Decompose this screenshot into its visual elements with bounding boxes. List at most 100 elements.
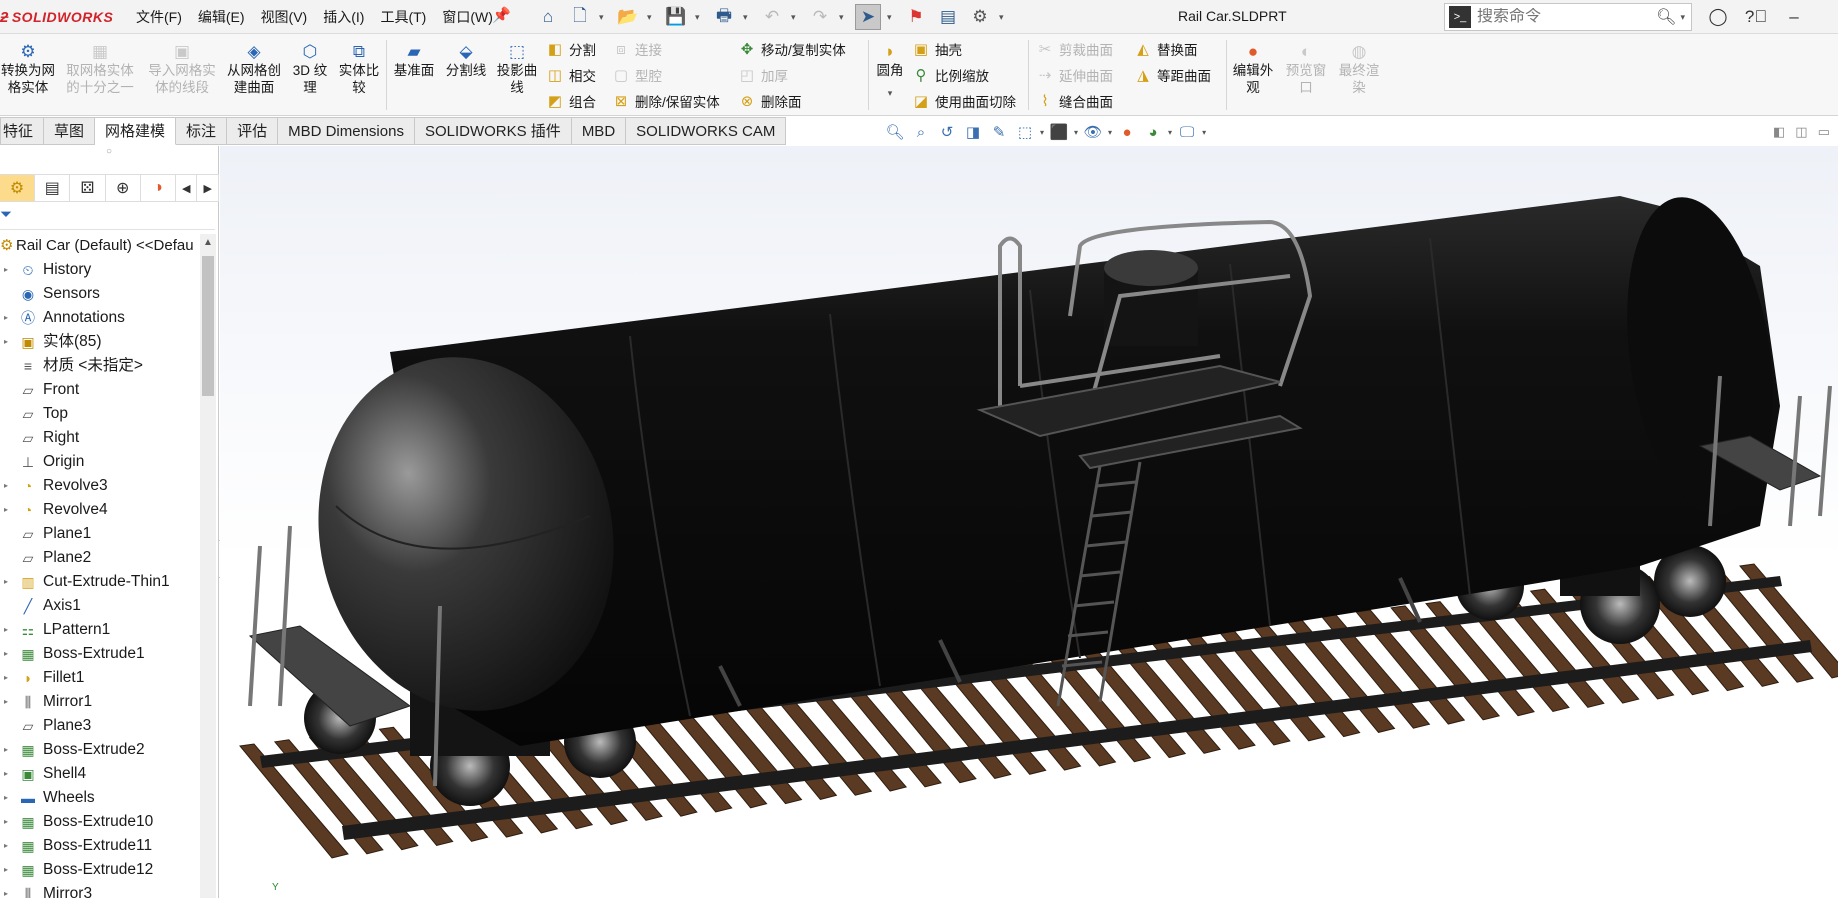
final-render-button[interactable]: ◍ 最终渲染	[1334, 40, 1384, 96]
expand-arrow-icon[interactable]: ▸	[0, 498, 12, 522]
open-dropdown-icon[interactable]: ▾	[647, 12, 657, 23]
previous-view-icon[interactable]: ↺	[936, 121, 958, 143]
display-style-dropdown-icon[interactable]: ▾	[1074, 128, 1078, 137]
menu-insert[interactable]: 插入(I)	[315, 8, 372, 26]
expand-arrow-icon[interactable]: ▸	[0, 666, 12, 690]
apply-scene-dropdown-icon[interactable]: ▾	[1168, 128, 1172, 137]
tree-item[interactable]: ▸ ◗ Fillet1	[0, 666, 200, 690]
minimize-icon[interactable]: –	[1782, 5, 1806, 29]
tab-solidworks-cam[interactable]: SOLIDWORKS CAM	[626, 117, 787, 145]
tree-item[interactable]: ▸ ▦ Boss-Extrude11	[0, 834, 200, 858]
expand-arrow-icon[interactable]: ▸	[0, 474, 12, 498]
search-input[interactable]	[1477, 8, 1637, 26]
move-copy-body-button[interactable]: ✥ 移动/复制实体	[738, 38, 846, 60]
tree-item[interactable]: ≡ 材质 <未指定>	[0, 354, 200, 378]
delete-keep-body-button[interactable]: ⊠ 删除/保留实体	[612, 90, 720, 112]
view-settings-icon[interactable]: 🖵	[1176, 121, 1198, 143]
restore-panel-icon[interactable]: ▭	[1818, 124, 1830, 140]
configuration-manager-tab-icon[interactable]: ⚄	[70, 175, 106, 201]
feature-manager-tab-icon[interactable]: ⚙	[0, 175, 36, 201]
view-orientation-dropdown-icon[interactable]: ▾	[1040, 128, 1044, 137]
display-style-icon[interactable]: ⬛	[1048, 121, 1070, 143]
view-settings-dropdown-icon[interactable]: ▾	[1202, 128, 1206, 137]
projected-curve-button[interactable]: ⬚ 投影曲线	[494, 40, 540, 96]
tree-item[interactable]: ▱ Plane1	[0, 522, 200, 546]
tree-item[interactable]: ▱ Plane2	[0, 546, 200, 570]
tree-filter[interactable]: ⏷	[0, 202, 215, 230]
cavity-button[interactable]: ▢ 型腔	[612, 64, 662, 86]
fillet-dropdown-icon[interactable]: ▾	[872, 85, 908, 102]
tree-item[interactable]: ⊥ Origin	[0, 450, 200, 474]
tree-item[interactable]: ▸ ▥ Cut-Extrude-Thin1	[0, 570, 200, 594]
fillet-button[interactable]: ◗ 圆角 ▾	[872, 40, 908, 102]
expand-arrow-icon[interactable]: ▸	[0, 738, 12, 762]
search-dropdown-icon[interactable]: ▾	[1680, 12, 1685, 23]
tree-item[interactable]: ▸ Ⓐ Annotations	[0, 306, 200, 330]
help-icon[interactable]: ?⃝	[1744, 5, 1768, 29]
zoom-to-area-icon[interactable]: ⌕	[910, 121, 932, 143]
edit-appearance-button[interactable]: ● 编辑外观	[1230, 40, 1276, 96]
menu-view[interactable]: 视图(V)	[253, 8, 316, 26]
expand-arrow-icon[interactable]: ▸	[0, 330, 12, 354]
tab-mesh-modeling[interactable]: 网格建模	[95, 117, 177, 145]
offset-surface-button[interactable]: ◮ 等距曲面	[1134, 64, 1211, 86]
tree-item[interactable]: ▸ ▦ Boss-Extrude10	[0, 810, 200, 834]
print-dropdown-icon[interactable]: ▾	[743, 12, 753, 23]
tree-item[interactable]: ▸ ▦ Boss-Extrude1	[0, 642, 200, 666]
property-manager-tab-icon[interactable]: ▤	[35, 175, 71, 201]
split-horizontal-icon[interactable]: ◧	[1773, 124, 1785, 140]
solidworks-logo[interactable]: ƻ SOLIDWORKS	[0, 6, 113, 28]
expand-arrow-icon[interactable]: ▸	[0, 810, 12, 834]
hide-show-dropdown-icon[interactable]: ▾	[1108, 128, 1112, 137]
tree-item[interactable]: ▸ ◔ Revolve3	[0, 474, 200, 498]
options-gear-icon[interactable]: ⚙	[967, 4, 993, 30]
tree-item[interactable]: ▸ ⏲ History	[0, 258, 200, 282]
expand-arrow-icon[interactable]: ▸	[0, 258, 12, 282]
redo-icon[interactable]: ↷	[807, 4, 833, 30]
tree-root-part[interactable]: ⚙ Rail Car (Default) <<Defau	[0, 234, 200, 258]
delete-face-button[interactable]: ⊗ 删除面	[738, 90, 802, 112]
replace-face-button[interactable]: ◭ 替换面	[1134, 38, 1197, 60]
filter-icon[interactable]: ⏷	[0, 206, 12, 223]
user-account-icon[interactable]: ◯	[1706, 5, 1730, 29]
graphics-viewport[interactable]	[220, 146, 1838, 898]
tab-evaluate[interactable]: 评估	[227, 117, 279, 145]
new-dropdown-icon[interactable]: ▾	[599, 12, 609, 23]
file-properties-icon[interactable]: ▤	[935, 4, 961, 30]
scroll-up-icon[interactable]: ▲	[200, 234, 216, 252]
section-view-icon[interactable]: ◨	[962, 121, 984, 143]
search-icon[interactable]: 🔍︎	[1656, 7, 1676, 27]
edit-appearance-hud-icon[interactable]: ●	[1116, 121, 1138, 143]
tree-item[interactable]: ╱ Axis1	[0, 594, 200, 618]
preview-window-button[interactable]: ◐ 预览窗口	[1280, 40, 1332, 96]
tree-item[interactable]: ▱ Top	[0, 402, 200, 426]
tree-item[interactable]: ▱ Right	[0, 426, 200, 450]
tree-item[interactable]: ▱ Plane3	[0, 714, 200, 738]
cut-with-surface-button[interactable]: ◪ 使用曲面切除	[912, 90, 1016, 112]
open-icon[interactable]: 📂	[615, 4, 641, 30]
tab-solidworks-addins[interactable]: SOLIDWORKS 插件	[414, 117, 572, 145]
body-compare-button[interactable]: ⧉ 实体比较	[336, 40, 382, 96]
save-dropdown-icon[interactable]: ▾	[695, 12, 705, 23]
undo-dropdown-icon[interactable]: ▾	[791, 12, 801, 23]
apply-scene-icon[interactable]: ◕	[1142, 121, 1164, 143]
home-icon[interactable]: ⌂	[535, 4, 561, 30]
display-manager-tab-icon[interactable]: ◑	[141, 175, 176, 201]
3d-texture-button[interactable]: ⬡ 3D 纹理	[288, 40, 332, 96]
save-icon[interactable]: 💾	[663, 4, 689, 30]
panel-grip-icon[interactable]: ○	[0, 146, 218, 158]
hide-show-items-icon[interactable]: 👁	[1082, 121, 1104, 143]
expand-arrow-icon[interactable]: ▸	[0, 642, 12, 666]
tree-item[interactable]: ▸ ▦ Boss-Extrude2	[0, 738, 200, 762]
expand-arrow-icon[interactable]: ▸	[0, 834, 12, 858]
tree-item[interactable]: ◉ Sensors	[0, 282, 200, 306]
menu-edit[interactable]: 编辑(E)	[190, 8, 253, 26]
knit-surface-button[interactable]: ⌇ 缝合曲面	[1036, 90, 1113, 112]
segment-imported-mesh-button[interactable]: ▣ 导入网格实体的线段	[144, 40, 220, 96]
trim-surface-button[interactable]: ✂ 剪裁曲面	[1036, 38, 1113, 60]
tree-item[interactable]: ▸ ◔ Revolve4	[0, 498, 200, 522]
menu-file[interactable]: 文件(F)	[128, 8, 190, 26]
expand-arrow-icon[interactable]: ▸	[0, 858, 12, 882]
expand-arrow-icon[interactable]: ▸	[0, 306, 12, 330]
tree-scroll-thumb[interactable]	[202, 256, 214, 396]
